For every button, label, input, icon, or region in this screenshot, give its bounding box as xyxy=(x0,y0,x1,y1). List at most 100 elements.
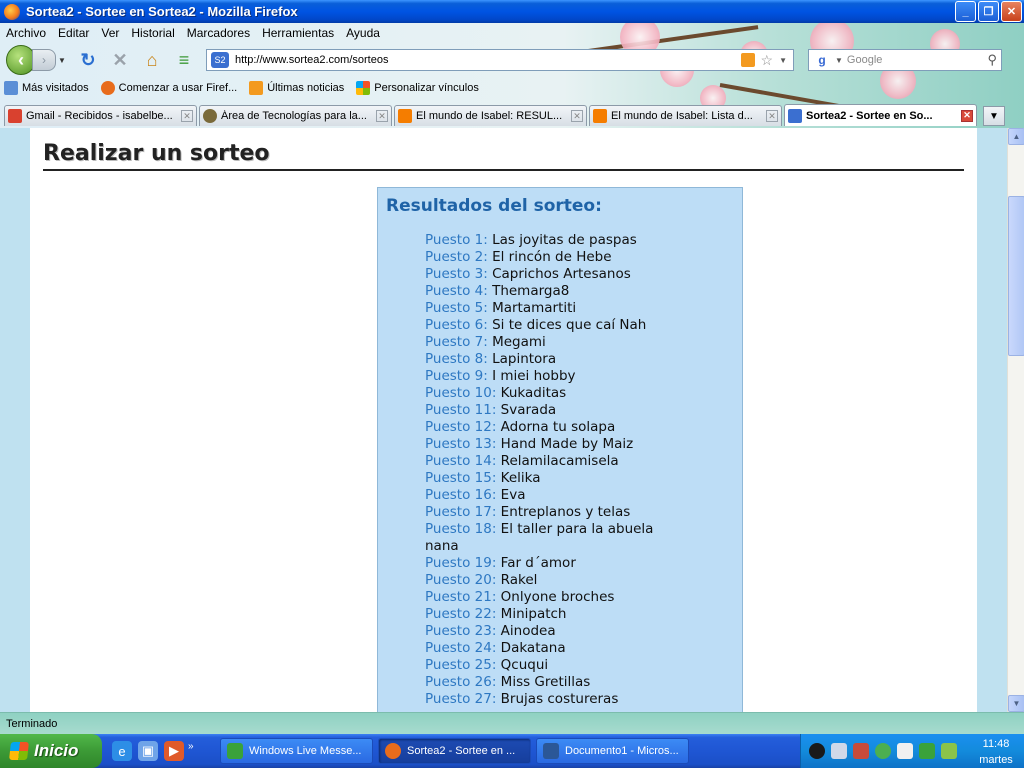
search-icon[interactable]: ⚲ xyxy=(987,52,997,68)
close-tab-icon[interactable]: ✕ xyxy=(376,110,388,122)
reload-icon[interactable]: ↻ xyxy=(76,48,100,72)
tab-label: El mundo de Isabel: RESUL... xyxy=(416,110,563,122)
result-participant-name: Dakatana xyxy=(500,640,566,656)
result-row: Puesto 26: Miss Gretillas xyxy=(425,674,685,691)
result-row: Puesto 13: Hand Made by Maiz xyxy=(425,436,685,453)
rss-feed-icon[interactable] xyxy=(740,53,755,67)
bookmark-star-icon[interactable]: ☆ xyxy=(761,52,774,69)
battery-icon[interactable] xyxy=(941,743,957,759)
task-label: Windows Live Messe... xyxy=(249,745,362,757)
vertical-scrollbar[interactable]: ▲ ▼ xyxy=(1007,128,1024,712)
url-text[interactable]: http://www.sortea2.com/sorteos xyxy=(235,54,741,66)
hp-icon[interactable] xyxy=(809,743,825,759)
bookmark-ultimas-noticias[interactable]: Últimas noticias xyxy=(245,81,344,95)
task-label: Sortea2 - Sortee en ... xyxy=(407,745,516,757)
network-icon[interactable] xyxy=(831,743,847,759)
task-messenger[interactable]: Windows Live Messe... xyxy=(220,738,373,764)
result-position-label: Puesto 19: xyxy=(425,555,497,571)
bookmark-mas-visitados[interactable]: Más visitados xyxy=(0,81,89,95)
tab-gmail[interactable]: Gmail - Recibidos - isabelbe... ✕ xyxy=(4,105,197,126)
close-tab-icon[interactable]: ✕ xyxy=(766,110,778,122)
browser-chrome: Archivo Editar Ver Historial Marcadores … xyxy=(0,23,1024,128)
engine-dropdown-icon[interactable]: ▼ xyxy=(835,56,843,65)
home-icon[interactable]: ⌂ xyxy=(140,48,164,72)
navigation-toolbar: ‹ › ▼ ↻ ✕ ⌂ ≡ S2 http://www.sortea2.com/… xyxy=(0,43,1024,77)
result-participant-name: Lapintora xyxy=(492,351,557,367)
result-participant-name: Rakel xyxy=(500,572,538,588)
result-position-label: Puesto 1: xyxy=(425,232,488,248)
address-bar[interactable]: S2 http://www.sortea2.com/sorteos ☆ ▼ xyxy=(206,49,794,71)
tab-label: El mundo de Isabel: Lista d... xyxy=(611,110,753,122)
maximize-button[interactable]: ❐ xyxy=(978,1,999,22)
result-participant-name: Themarga8 xyxy=(492,283,570,299)
close-tab-icon[interactable]: ✕ xyxy=(571,110,583,122)
menu-ver[interactable]: Ver xyxy=(95,26,125,40)
clock-day: martes xyxy=(979,754,1013,766)
close-button[interactable]: ✕ xyxy=(1001,1,1022,22)
result-row: Puesto 25: Qcuqui xyxy=(425,657,685,674)
result-row: Puesto 14: Relamilacamisela xyxy=(425,453,685,470)
result-row: Puesto 18: El taller para la abuela nana xyxy=(425,521,685,555)
scroll-down-icon[interactable]: ▼ xyxy=(1008,695,1024,712)
result-row: Puesto 3: Caprichos Artesanos xyxy=(425,266,685,283)
result-position-label: Puesto 27: xyxy=(425,691,497,707)
safely-remove-icon[interactable] xyxy=(897,743,913,759)
history-dropdown-icon[interactable]: ▼ xyxy=(56,49,68,71)
result-row: Puesto 12: Adorna tu solapa xyxy=(425,419,685,436)
menu-herramientas[interactable]: Herramientas xyxy=(256,26,340,40)
result-position-label: Puesto 24: xyxy=(425,640,497,656)
tab-mundo-isabel-resul[interactable]: El mundo de Isabel: RESUL... ✕ xyxy=(394,105,587,126)
show-desktop-icon[interactable]: ▣ xyxy=(138,741,158,761)
menu-historial[interactable]: Historial xyxy=(125,26,180,40)
forward-button[interactable]: › xyxy=(32,49,56,71)
search-input[interactable]: Google xyxy=(847,54,988,66)
result-row: Puesto 20: Rakel xyxy=(425,572,685,589)
tab-sortea2[interactable]: Sortea2 - Sortee en So... ✕ xyxy=(784,104,977,126)
menu-editar[interactable]: Editar xyxy=(52,26,95,40)
task-word[interactable]: Documento1 - Micros... xyxy=(536,738,689,764)
result-position-label: Puesto 18: xyxy=(425,521,497,537)
result-position-label: Puesto 25: xyxy=(425,657,497,673)
bookmark-comenzar[interactable]: Comenzar a usar Firef... xyxy=(97,81,237,95)
result-row: Puesto 23: Ainodea xyxy=(425,623,685,640)
result-row: Puesto 2: El rincón de Hebe xyxy=(425,249,685,266)
scroll-thumb[interactable] xyxy=(1008,196,1024,356)
gmail-icon xyxy=(8,109,22,123)
media-player-icon[interactable]: ▶ xyxy=(164,741,184,761)
scroll-up-icon[interactable]: ▲ xyxy=(1008,128,1024,145)
quick-launch-more-icon[interactable]: » xyxy=(188,741,194,761)
messenger-status-icon[interactable] xyxy=(853,743,869,759)
menu-ayuda[interactable]: Ayuda xyxy=(340,26,386,40)
feed-addon-icon[interactable]: ≡ xyxy=(172,48,196,72)
menu-archivo[interactable]: Archivo xyxy=(0,26,52,40)
start-button[interactable]: Inicio xyxy=(0,734,102,768)
stop-icon[interactable]: ✕ xyxy=(108,48,132,72)
url-dropdown-icon[interactable]: ▼ xyxy=(779,56,787,65)
menu-marcadores[interactable]: Marcadores xyxy=(181,26,256,40)
site-identity-icon[interactable]: S2 xyxy=(211,52,229,68)
task-firefox[interactable]: Sortea2 - Sortee en ... xyxy=(378,738,531,764)
security-icon[interactable] xyxy=(875,743,891,759)
wireless-icon[interactable] xyxy=(919,743,935,759)
result-participant-name: Minipatch xyxy=(500,606,567,622)
tab-area-tecnologias[interactable]: Área de Tecnologías para la... ✕ xyxy=(199,105,392,126)
result-row: Puesto 19: Far d´amor xyxy=(425,555,685,572)
tab-mundo-isabel-lista[interactable]: El mundo de Isabel: Lista d... ✕ xyxy=(589,105,782,126)
result-participant-name: Eva xyxy=(500,487,526,503)
bookmark-personalizar[interactable]: Personalizar vínculos xyxy=(352,81,479,95)
result-position-label: Puesto 16: xyxy=(425,487,497,503)
close-tab-icon[interactable]: ✕ xyxy=(961,109,973,122)
result-position-label: Puesto 11: xyxy=(425,402,497,418)
page-viewport[interactable]: Realizar un sorteo Resultados del sorteo… xyxy=(0,128,1007,712)
window-title-bar[interactable]: Sortea2 - Sortee en Sortea2 - Mozilla Fi… xyxy=(0,0,1024,23)
close-tab-icon[interactable]: ✕ xyxy=(181,110,193,122)
google-engine-icon[interactable]: g xyxy=(813,52,831,68)
tab-list-icon[interactable]: ▼ xyxy=(983,106,1005,126)
firefox-icon xyxy=(100,81,115,95)
clock[interactable]: 11:48 martes xyxy=(971,736,1021,768)
internet-explorer-icon[interactable]: e xyxy=(112,741,132,761)
search-bar[interactable]: g ▼ Google ⚲ xyxy=(808,49,1002,71)
result-row: Puesto 21: Onlyone broches xyxy=(425,589,685,606)
minimize-button[interactable]: _ xyxy=(955,1,976,22)
result-participant-name: Onlyone broches xyxy=(500,589,615,605)
